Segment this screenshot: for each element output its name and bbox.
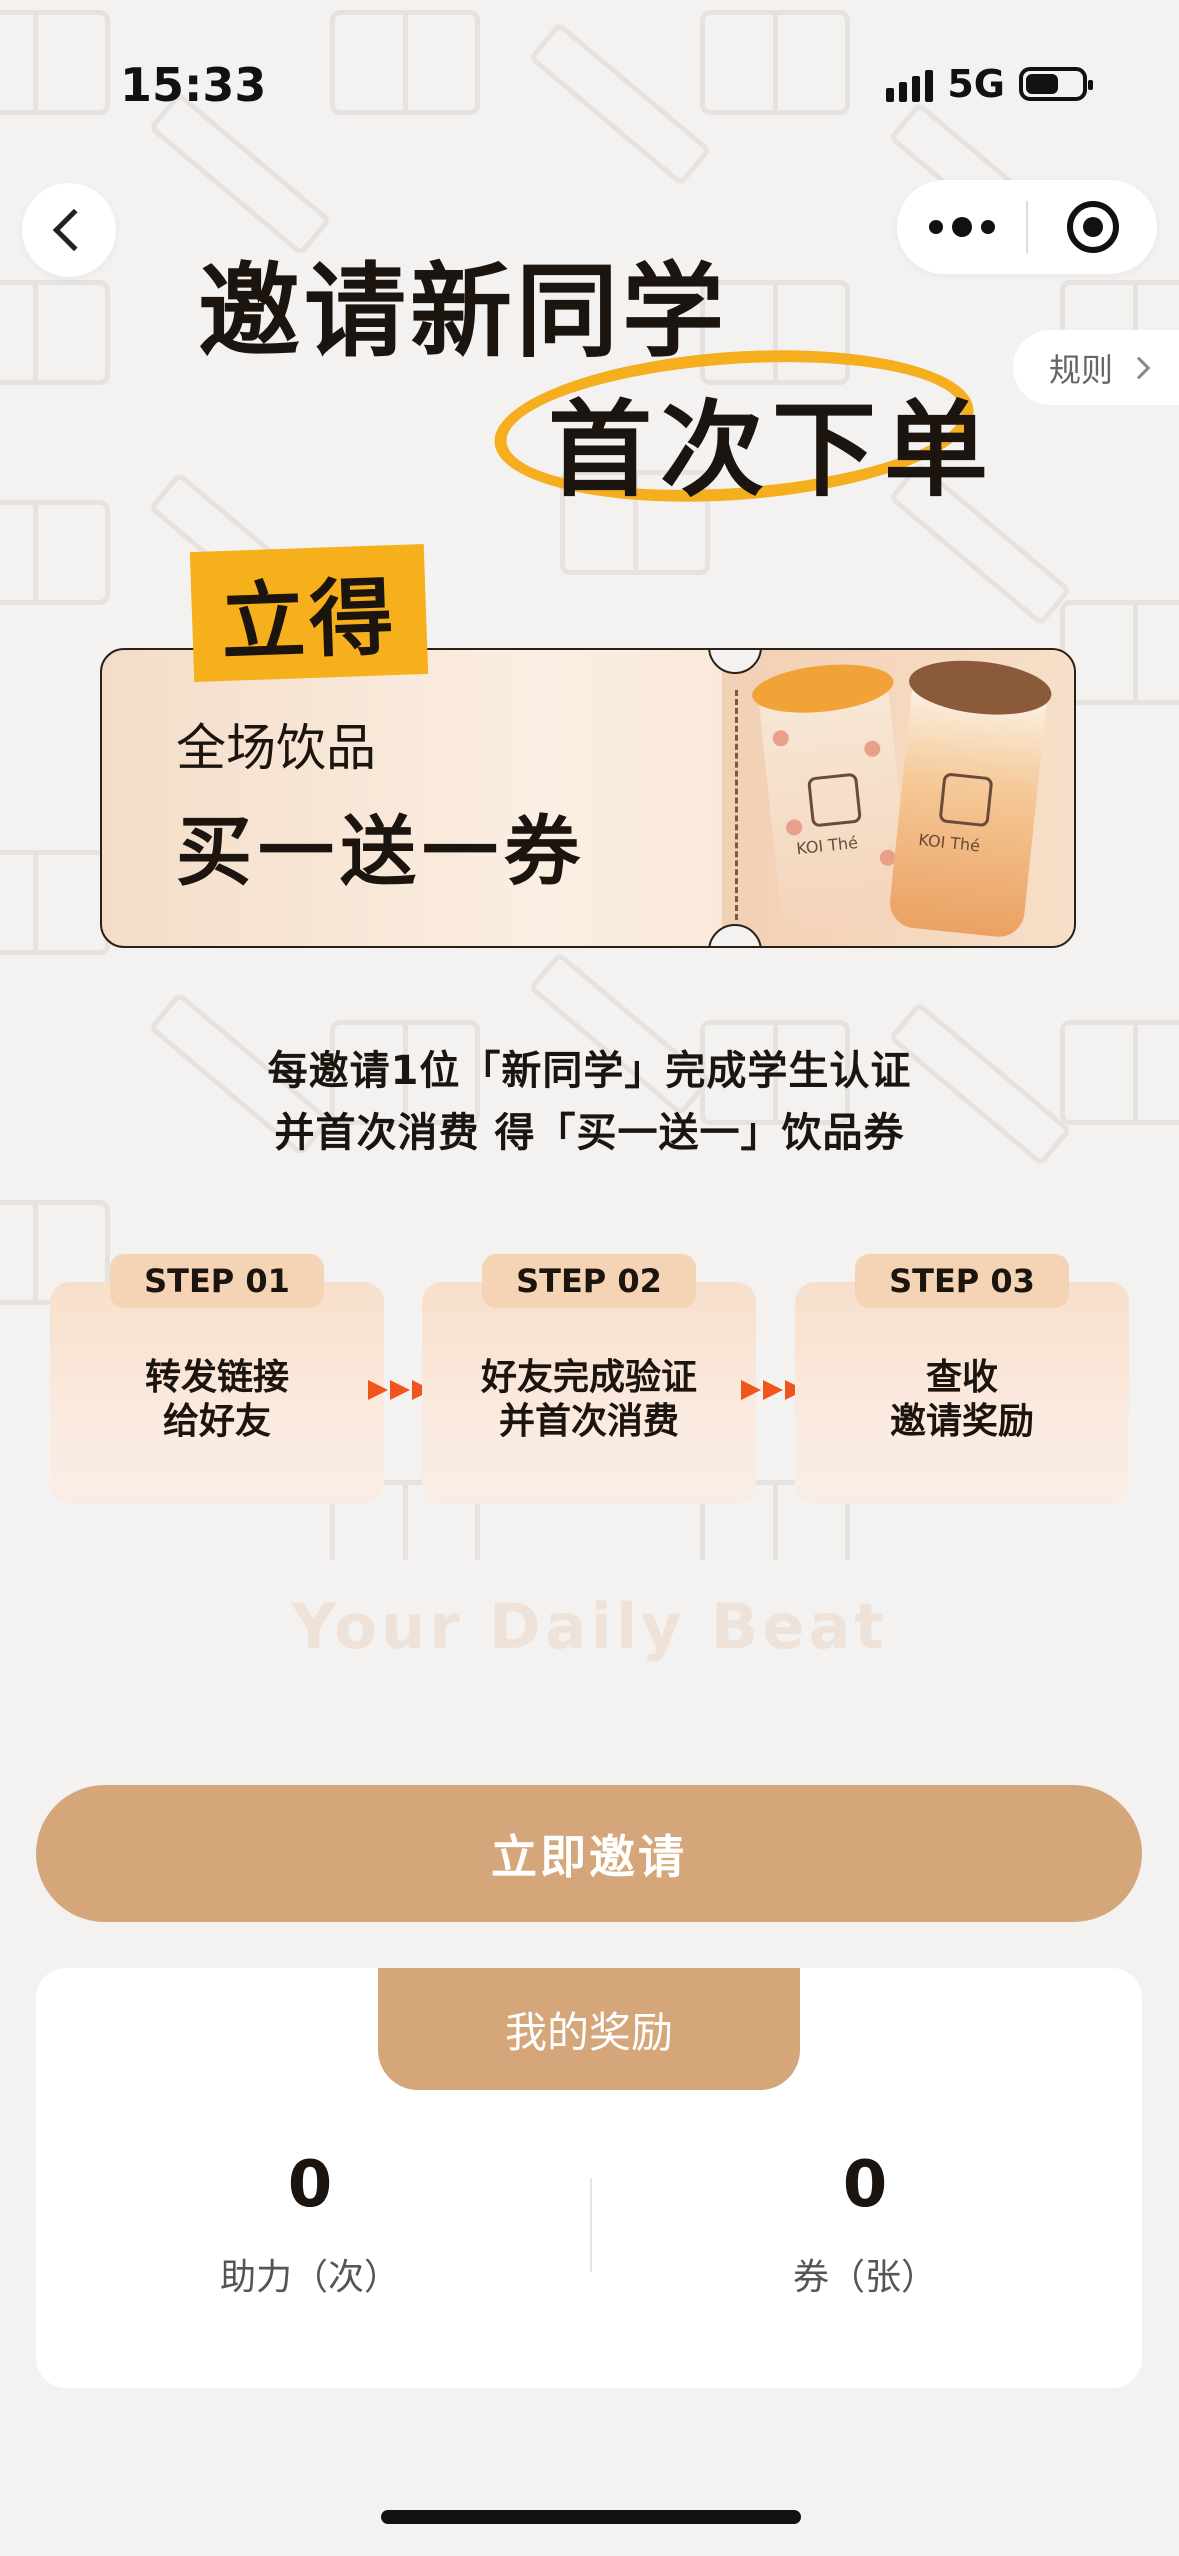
back-button[interactable] [22,183,116,277]
step-1-line-1: 转发链接 [144,1357,289,1398]
step-2-line-1: 好友完成验证 [480,1357,697,1398]
battery-icon [1019,67,1093,101]
step-text-2: 好友完成验证 并首次消费 [422,1356,756,1444]
description-line-1: 每邀请1位「新同学」完成学生认证 [267,1048,912,1094]
chevron-right-icon [1127,356,1151,379]
status-time: 15:33 [120,58,267,112]
headline-first-order: 首次下单 [548,389,997,511]
close-button[interactable] [1028,201,1157,253]
step-label-3: STEP 03 [855,1254,1069,1308]
coupon-divider [735,690,738,920]
coupon-title: 买一送一券 [176,807,586,896]
back-icon [52,208,96,252]
rules-label: 规则 [1049,350,1114,389]
signal-icon [886,66,934,102]
more-button[interactable] [897,217,1026,237]
assist-label: 助力（次） [219,2257,400,2298]
assist-count: 0 [287,2148,333,2222]
step-text-1: 转发链接 给好友 [50,1356,384,1444]
drink-image: KOI Thé [749,658,913,932]
step-3-line-2: 邀请奖励 [889,1401,1034,1442]
status-indicators: 5G [886,62,1093,106]
home-indicator[interactable] [381,2510,801,2524]
invite-button[interactable]: 立即邀请 [36,1785,1142,1922]
step-3-line-1: 查收 [925,1357,998,1398]
step-label-1: STEP 01 [110,1254,324,1308]
rules-button[interactable]: 规则 [1013,330,1179,405]
coupon-tag: 立得 [189,543,429,683]
drink-brand: KOI Thé [795,832,859,859]
more-icon [928,220,943,234]
coupon-subtitle: 全场饮品 [176,719,376,777]
description-line-2: 并首次消费 得「买一送一」饮品券 [274,1110,905,1156]
drink-brand-2: KOI Thé [917,830,981,856]
headline-invite: 邀请新同学 [198,253,728,372]
my-rewards-tab[interactable]: 我的奖励 [378,1968,800,2090]
stats-divider [590,2178,592,2272]
drink-image-2: KOI Thé [887,654,1055,940]
step-1-line-2: 给好友 [162,1401,271,1442]
coupon-count: 0 [842,2148,888,2222]
mini-program-capsule [897,180,1157,274]
step-text-3: 查收 邀请奖励 [795,1356,1129,1444]
step-label-2: STEP 02 [482,1254,696,1308]
step-2-line-2: 并首次消费 [498,1401,679,1442]
coupon-count-label: 券（张） [792,2257,937,2298]
slogan: Your Daily Beat [291,1590,888,1663]
network-type: 5G [947,62,1005,106]
target-icon [1066,201,1119,253]
